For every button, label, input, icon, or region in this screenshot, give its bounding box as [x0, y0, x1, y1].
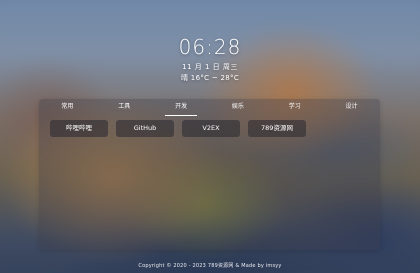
clock-widget: 06:28 11 月 1 日 周三 晴 16°C ~ 28°C: [0, 34, 420, 83]
tab-common[interactable]: 常用: [39, 99, 96, 117]
footer-copyright: Copyright © 2020 - 2023 789资源网 & Made by…: [138, 263, 282, 269]
bookmark-panel: 常用 工具 开发 娱乐 学习 设计 哔哩哔哩 GitHub V2EX 789资源…: [39, 99, 380, 250]
tab-entertainment[interactable]: 娱乐: [209, 99, 266, 117]
clock-date: 11 月 1 日 周三: [182, 63, 238, 71]
link-grid: 哔哩哔哩 GitHub V2EX 789资源网: [39, 117, 380, 137]
clock-time: 06:28: [178, 35, 242, 59]
link-v2ex[interactable]: V2EX: [182, 120, 240, 137]
link-github[interactable]: GitHub: [116, 120, 174, 137]
tab-tools[interactable]: 工具: [96, 99, 153, 117]
link-789-resource[interactable]: 789资源网: [248, 120, 306, 137]
weather-info: 晴 16°C ~ 28°C: [180, 74, 240, 82]
tab-study[interactable]: 学习: [266, 99, 323, 117]
tab-design[interactable]: 设计: [323, 99, 380, 117]
category-tabs: 常用 工具 开发 娱乐 学习 设计: [39, 99, 380, 117]
link-bilibili[interactable]: 哔哩哔哩: [50, 120, 108, 137]
tab-dev[interactable]: 开发: [153, 99, 210, 117]
